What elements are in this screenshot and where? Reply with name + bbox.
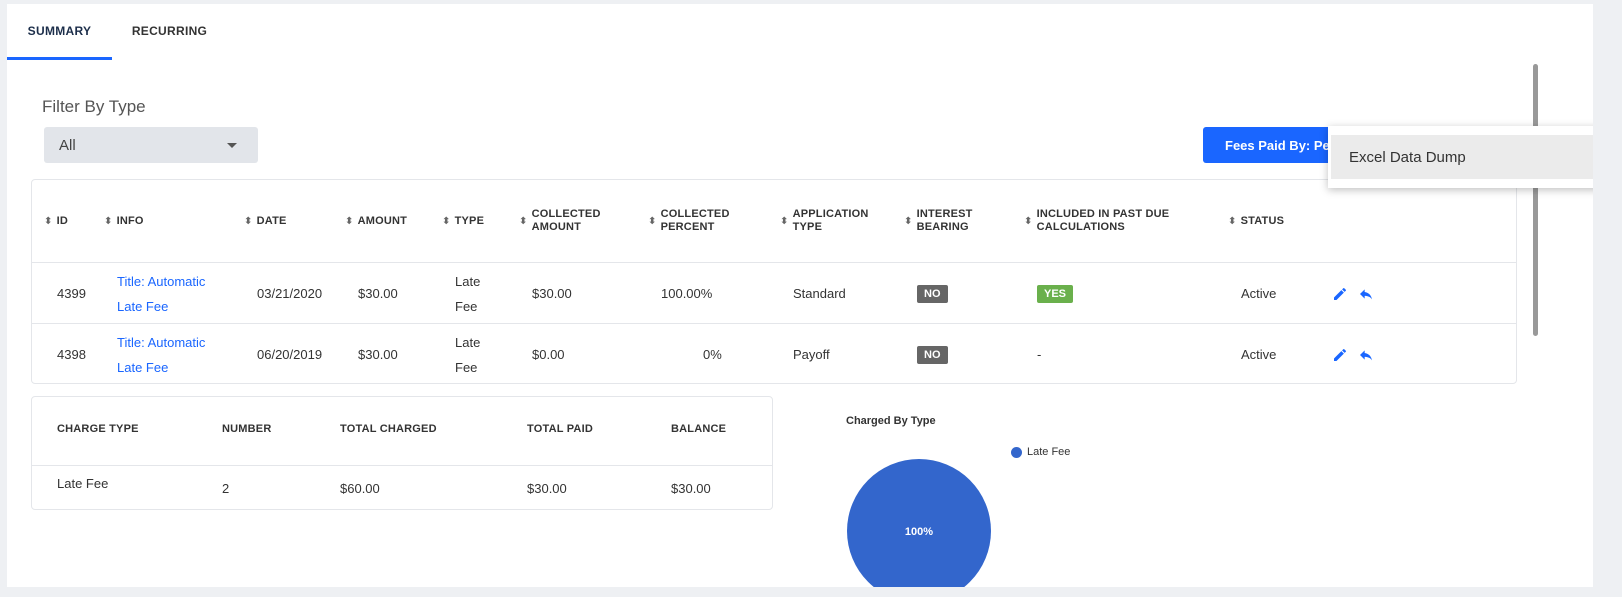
cell-collected-amount: $0.00 <box>532 347 565 362</box>
col-header-number: NUMBER <box>222 423 272 435</box>
edit-icon[interactable] <box>1332 286 1348 302</box>
cell-application-type: Payoff <box>793 347 830 362</box>
table-row: Late Fee 2 $60.00 $30.00 $30.00 <box>32 465 772 509</box>
sort-icon: ⬍ <box>104 215 113 227</box>
cell-total-paid: $30.00 <box>527 481 567 496</box>
sort-icon: ⬍ <box>44 215 53 227</box>
interest-bearing-badge: NO <box>917 345 948 364</box>
cell-collected-percent: 0% <box>703 347 722 362</box>
col-header-total-charged: TOTAL CHARGED <box>340 423 437 435</box>
cell-amount: $30.00 <box>358 286 398 301</box>
cell-amount: $30.00 <box>358 347 398 362</box>
interest-bearing-badge: NO <box>917 284 948 303</box>
cell-status: Active <box>1241 347 1277 362</box>
edit-icon[interactable] <box>1332 347 1348 363</box>
col-header-status[interactable]: ⬍ STATUS <box>1228 180 1284 262</box>
charge-summary-table: CHARGE TYPE NUMBER TOTAL CHARGED TOTAL P… <box>31 396 773 510</box>
menu-item-excel-data-dump[interactable]: Excel Data Dump <box>1331 135 1593 179</box>
cell-collected-amount: $30.00 <box>532 286 572 301</box>
col-header-total-paid: TOTAL PAID <box>527 423 593 435</box>
cell-charge-type: Late Fee <box>57 476 109 491</box>
cell-date: 06/20/2019 <box>257 347 323 362</box>
cell-past-due: - <box>1037 347 1042 362</box>
cell-balance: $30.00 <box>671 481 711 496</box>
cell-total-charged: $60.00 <box>340 481 380 496</box>
sort-icon: ⬍ <box>780 215 789 227</box>
filter-type-select[interactable]: All <box>44 127 258 163</box>
cell-info-link[interactable]: Title: Automatic Late Fee <box>117 324 205 385</box>
sort-icon: ⬍ <box>442 215 451 227</box>
fees-table: ⬍ ID ⬍ INFO ⬍ DATE ⬍ AMOUNT ⬍ TYPE ⬍ COLLECTED… <box>31 179 1517 384</box>
reply-icon[interactable] <box>1358 347 1374 363</box>
cell-application-type: Standard <box>793 286 846 301</box>
legend-label: Late Fee <box>1027 446 1071 458</box>
cell-type: Late Fee <box>455 273 481 314</box>
col-header-balance: BALANCE <box>671 423 727 435</box>
summary-card: SUMMARY RECURRING Filter By Type All Fee… <box>7 4 1593 587</box>
row-actions <box>1332 324 1374 385</box>
filter-label: Filter By Type <box>42 97 146 116</box>
cell-interest-bearing: NO <box>917 324 948 385</box>
col-header-info[interactable]: ⬍ INFO <box>104 180 144 262</box>
col-header-id[interactable]: ⬍ ID <box>44 180 68 262</box>
cell-id: 4398 <box>57 347 86 362</box>
sort-icon: ⬍ <box>648 215 657 227</box>
cell-interest-bearing: NO <box>917 263 948 324</box>
cell-type: Late Fee <box>455 334 481 375</box>
col-header-charge-type: CHARGE TYPE <box>57 423 139 435</box>
cell-info-link[interactable]: Title: Automatic Late Fee <box>117 263 205 324</box>
chart-title: Charged By Type <box>846 415 936 427</box>
sort-icon: ⬍ <box>345 215 354 227</box>
pie-slice-label: 100% <box>905 526 933 538</box>
export-dropdown-menu: Excel Data Dump <box>1328 126 1593 188</box>
sort-icon: ⬍ <box>1024 215 1033 227</box>
chart-legend: Late Fee <box>1011 446 1070 458</box>
row-actions <box>1332 263 1374 324</box>
col-header-collected-percent[interactable]: ⬍ COLLECTED PERCENT <box>648 180 730 262</box>
col-header-amount[interactable]: ⬍ AMOUNT <box>345 180 407 262</box>
col-header-past-due[interactable]: ⬍ INCLUDED IN PAST DUE CALCULATIONS <box>1024 180 1169 262</box>
sort-icon: ⬍ <box>1228 215 1237 227</box>
cell-id: 4399 <box>57 286 86 301</box>
sort-icon: ⬍ <box>904 215 913 227</box>
cell-status: Active <box>1241 286 1277 301</box>
sort-icon: ⬍ <box>519 215 528 227</box>
cell-number: 2 <box>222 481 230 496</box>
tab-summary[interactable]: SUMMARY <box>7 4 112 60</box>
cell-date: 03/21/2020 <box>257 286 323 301</box>
pie-slice-late-fee[interactable] <box>847 459 991 587</box>
col-header-date[interactable]: ⬍ DATE <box>244 180 287 262</box>
cell-past-due: YES <box>1037 263 1074 324</box>
past-due-badge: YES <box>1037 284 1074 303</box>
legend-swatch <box>1011 446 1022 458</box>
table-row: 4399 Title: Automatic Late Fee 03/21/2020… <box>32 262 1516 323</box>
tab-bar: SUMMARY RECURRING <box>7 4 227 60</box>
tab-recurring[interactable]: RECURRING <box>112 4 227 58</box>
col-header-application-type[interactable]: ⬍ APPLICATION TYPE <box>780 180 869 262</box>
caret-down-icon <box>227 142 237 148</box>
pie-chart: 100% <box>847 459 991 587</box>
vertical-scrollbar[interactable] <box>1533 64 1538 336</box>
reply-icon[interactable] <box>1358 286 1374 302</box>
sort-icon: ⬍ <box>244 215 253 227</box>
col-header-collected-amount[interactable]: ⬍ COLLECTED AMOUNT <box>519 180 601 262</box>
col-header-type[interactable]: ⬍ TYPE <box>442 180 484 262</box>
cell-collected-percent: 100.00% <box>661 286 713 301</box>
table-row: 4398 Title: Automatic Late Fee 06/20/2019… <box>32 323 1516 384</box>
col-header-interest-bearing[interactable]: ⬍ INTEREST BEARING <box>904 180 973 262</box>
filter-selected-value: All <box>59 136 76 154</box>
